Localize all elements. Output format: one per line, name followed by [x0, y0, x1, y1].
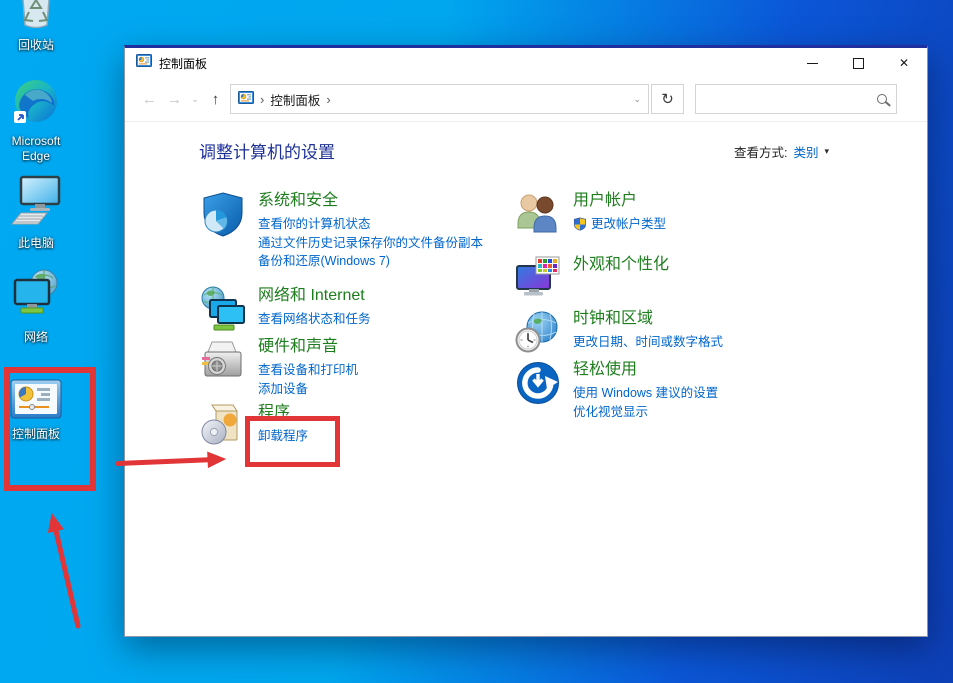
appearance-icon[interactable]	[514, 254, 562, 302]
category-title[interactable]: 程序	[258, 403, 308, 423]
view-by-value[interactable]: 类别	[793, 142, 818, 161]
desktop-icon-label[interactable]: 此电脑	[18, 236, 54, 251]
category-title[interactable]: 系统和安全	[258, 191, 483, 211]
clock-region-icon[interactable]	[514, 308, 562, 356]
back-button[interactable]: ←	[137, 92, 162, 107]
maximize-button[interactable]	[835, 48, 881, 78]
category-hardware-and-sound[interactable]: 硬件和声音 查看设备和打印机 添加设备	[199, 336, 358, 398]
search-input[interactable]	[705, 91, 877, 107]
close-button[interactable]: ✕	[881, 48, 927, 78]
window-title: 控制面板	[159, 55, 207, 72]
up-button[interactable]: ↑	[203, 92, 228, 107]
link-add-device[interactable]: 添加设备	[258, 380, 358, 399]
address-dropdown-icon[interactable]: ⌄	[633, 94, 641, 105]
security-shield-icon[interactable]	[199, 190, 247, 238]
breadcrumb-chevron-icon[interactable]: ›	[326, 92, 330, 107]
desktop-icon-this-pc[interactable]: 此电脑	[0, 172, 74, 251]
view-by-control: 查看方式: 类别 ▾	[734, 142, 829, 161]
link-file-history-backup[interactable]: 通过文件历史记录保存你的文件备份副本	[258, 234, 483, 253]
link-uninstall-program[interactable]: 卸载程序	[258, 427, 308, 446]
link-windows-suggested-settings[interactable]: 使用 Windows 建议的设置	[573, 384, 718, 403]
recent-pages-chevron-icon[interactable]: ⌄	[187, 95, 203, 104]
breadcrumb-chevron-icon: ›	[260, 92, 264, 107]
breadcrumb-control-panel[interactable]: 控制面板	[270, 90, 320, 109]
category-clock-and-region[interactable]: 时钟和区域 更改日期、时间或数字格式	[514, 308, 723, 356]
control-panel-home: 调整计算机的设置 查看方式: 类别 ▾ 系统和安全 查看你的计算机状态	[125, 124, 927, 636]
network-icon[interactable]	[9, 268, 63, 327]
category-user-accounts[interactable]: 用户帐户	[514, 190, 666, 238]
desktop-icon-edge[interactable]: Microsoft Edge	[0, 78, 74, 164]
category-title[interactable]: 时钟和区域	[573, 309, 723, 329]
hardware-sound-icon[interactable]	[199, 336, 247, 384]
search-icon	[877, 94, 887, 104]
this-pc-icon[interactable]	[8, 172, 64, 233]
link-optimize-visual-display[interactable]: 优化视觉显示	[573, 403, 718, 422]
programs-icon[interactable]	[199, 402, 247, 450]
category-network-and-internet[interactable]: 网络和 Internet 查看网络状态和任务	[199, 285, 371, 333]
desktop-icon-label[interactable]: 回收站	[18, 38, 54, 53]
category-title[interactable]: 用户帐户	[573, 191, 666, 211]
control-panel-icon	[238, 90, 254, 109]
link-backup-restore-win7[interactable]: 备份和还原(Windows 7)	[258, 252, 483, 271]
ease-of-access-icon[interactable]	[514, 359, 562, 407]
minimize-button[interactable]	[789, 48, 835, 78]
page-title: 调整计算机的设置	[199, 138, 335, 163]
desktop-icon-recycle-bin[interactable]: 回收站	[0, 0, 74, 53]
control-panel-icon	[136, 53, 152, 74]
desktop-icon-label[interactable]: 控制面板	[12, 427, 60, 442]
link-view-devices-printers[interactable]: 查看设备和打印机	[258, 361, 358, 380]
link-label[interactable]: 更改帐户类型	[591, 215, 666, 234]
link-view-network-status[interactable]: 查看网络状态和任务	[258, 310, 371, 329]
maximize-icon	[853, 58, 864, 69]
navigation-toolbar: ← → ⌄ ↑ › 控制面板 › ⌄ ↻	[125, 78, 927, 122]
category-title[interactable]: 外观和个性化	[573, 255, 669, 275]
link-change-account-type[interactable]: 更改帐户类型	[573, 215, 666, 234]
annotation-arrow-up	[49, 514, 79, 626]
desktop-icon-control-panel[interactable]: 控制面板	[0, 379, 74, 442]
chevron-down-icon[interactable]: ▾	[825, 146, 830, 157]
minimize-icon	[807, 63, 818, 64]
desktop-icon-network[interactable]: 网络	[0, 268, 74, 345]
forward-button[interactable]: →	[162, 92, 187, 107]
control-panel-window: 控制面板 ✕ ← → ⌄ ↑	[124, 45, 928, 637]
desktop-icon-label[interactable]: Microsoft Edge	[1, 134, 71, 164]
category-ease-of-access[interactable]: 轻松使用 使用 Windows 建议的设置 优化视觉显示	[514, 359, 718, 421]
link-change-date-time-format[interactable]: 更改日期、时间或数字格式	[573, 333, 723, 352]
refresh-button[interactable]: ↻	[651, 84, 684, 114]
view-by-label: 查看方式:	[734, 142, 787, 161]
category-appearance-personalization[interactable]: 外观和个性化	[514, 254, 669, 302]
control-panel-icon[interactable]	[10, 379, 62, 424]
category-title[interactable]: 轻松使用	[573, 360, 718, 380]
recycle-bin-icon[interactable]	[13, 0, 59, 35]
uac-shield-icon	[573, 217, 587, 231]
search-box[interactable]	[695, 84, 897, 114]
category-title[interactable]: 网络和 Internet	[258, 286, 371, 306]
edge-icon[interactable]	[12, 78, 60, 131]
category-system-and-security[interactable]: 系统和安全 查看你的计算机状态 通过文件历史记录保存你的文件备份副本 备份和还原…	[199, 190, 483, 271]
category-programs[interactable]: 程序 卸载程序	[199, 402, 308, 450]
link-view-computer-status[interactable]: 查看你的计算机状态	[258, 215, 483, 234]
title-bar[interactable]: 控制面板 ✕	[125, 48, 927, 78]
category-title[interactable]: 硬件和声音	[258, 337, 358, 357]
address-bar[interactable]: › 控制面板 › ⌄	[230, 84, 649, 114]
user-accounts-icon[interactable]	[514, 190, 562, 238]
network-internet-icon[interactable]	[199, 285, 247, 333]
desktop-icon-label[interactable]: 网络	[24, 330, 48, 345]
